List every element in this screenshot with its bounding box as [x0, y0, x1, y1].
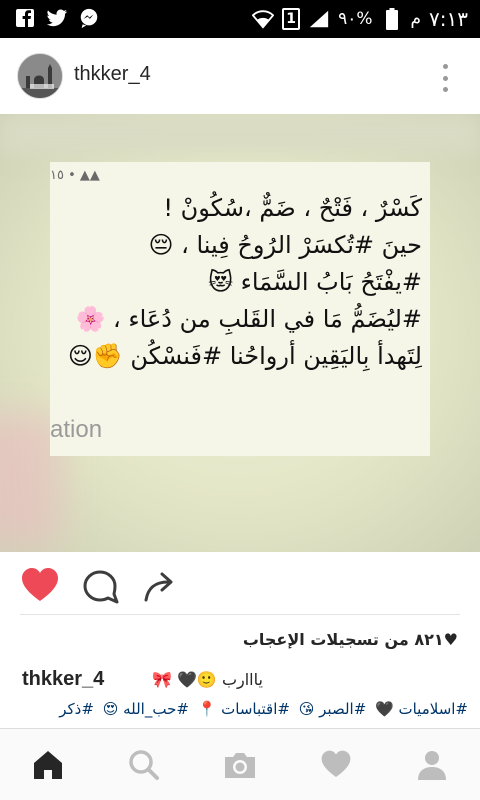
search-icon[interactable] [126, 747, 162, 783]
quote-line-3: #يفْتَحُ بَابُ السَّمَاء 😻 [207, 268, 422, 296]
status-time: ٧:١٣ [429, 7, 468, 31]
system-indicators: 1 ٩٠% م ٧:١٣ [252, 4, 468, 34]
more-options-icon[interactable] [440, 64, 450, 92]
divider [20, 614, 460, 615]
signal-icon [308, 8, 330, 30]
sim-badge: 1 [282, 8, 301, 30]
battery-icon [381, 8, 403, 30]
card-meta: ١٥ • ▲▲ [50, 168, 100, 183]
post-actions [0, 552, 480, 614]
quote-line-5: لِتَهدأ بِاليَقِين أرواحُنا #فَنسْكُن ✊😌 [67, 342, 422, 370]
quote-text: كَسْرٌ ، فَتْحٌ ، ضَمٌّ ،سُكُونْ ! حينَ … [50, 190, 430, 375]
profile-icon[interactable] [414, 747, 450, 783]
comment-icon[interactable] [80, 566, 120, 606]
avatar[interactable] [17, 53, 63, 99]
post-image[interactable]: ١٥ • ▲▲ كَسْرٌ ، فَتْحٌ ، ضَمٌّ ،سُكُونْ… [0, 114, 480, 552]
heart-filled-icon[interactable] [20, 566, 60, 606]
hashtag-2[interactable]: #الصبر 😘 [299, 700, 367, 718]
bottom-nav [0, 728, 480, 800]
quote-line-4: #ليُضَمُّ مَا في القَلبِ من دُعَاء ، 🌸 [75, 305, 423, 333]
quote-line-1: كَسْرٌ ، فَتْحٌ ، ضَمٌّ ،سُكُونْ ! [163, 194, 422, 222]
quote-card: ١٥ • ▲▲ كَسْرٌ ، فَتْحٌ ، ضَمٌّ ،سُكُونْ… [50, 162, 430, 456]
likes-count[interactable]: ♥٨٢١ من تسجيلات الإعجاب [243, 630, 458, 649]
quote-line-2: حينَ #تُكسَرْ الرُوحُ فِينا ، 😔 [148, 231, 422, 259]
home-icon[interactable] [30, 747, 66, 783]
status-ampm: م [410, 9, 422, 29]
camera-icon[interactable] [222, 747, 258, 783]
wifi-icon [252, 8, 275, 30]
hashtag-1[interactable]: #اسلاميات 🖤 [375, 700, 468, 718]
twitter-icon [46, 7, 68, 29]
post-username[interactable]: thkker_4 [74, 63, 151, 86]
hashtag-4[interactable]: #حب_الله 😍 [103, 700, 189, 718]
hashtag-3[interactable]: #اقتباسات 📍 [198, 700, 290, 718]
caption-username[interactable]: thkker_4 [22, 668, 104, 691]
messenger-icon [78, 7, 100, 29]
share-icon[interactable] [140, 566, 180, 606]
notification-icons [14, 7, 100, 29]
image-blur-top [0, 114, 480, 154]
caption-text: يااارب 🙂🖤 🎀 [152, 670, 263, 689]
hashtags: #اسلاميات 🖤 #الصبر 😘 #اقتباسات 📍 #حب_الل… [10, 700, 470, 718]
card-watermark: ation [50, 416, 103, 443]
caption: thkker_4 يااارب 🙂🖤 🎀 [22, 666, 462, 696]
post-header: thkker_4 [0, 38, 480, 114]
battery-percent: ٩٠% [338, 9, 373, 29]
status-bar: 1 ٩٠% م ٧:١٣ [0, 0, 480, 38]
heart-icon[interactable] [318, 747, 354, 783]
hashtag-5[interactable]: #ذكر [59, 700, 94, 718]
facebook-icon [14, 7, 36, 29]
